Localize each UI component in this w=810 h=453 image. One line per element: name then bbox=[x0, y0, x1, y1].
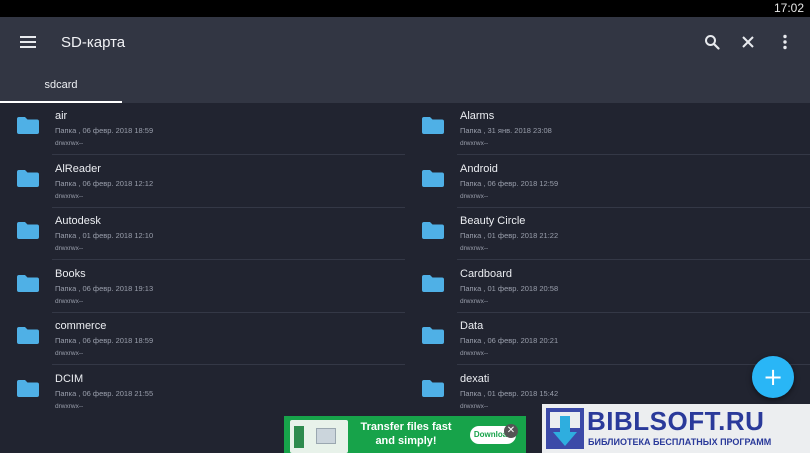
folder-name: DCIM bbox=[55, 372, 84, 385]
folder-list-item[interactable]: Android Папка , 06 февр. 2018 12:59 drwxrw… bbox=[405, 156, 810, 208]
folder-name: commerce bbox=[55, 320, 107, 332]
close-icon[interactable] bbox=[734, 28, 762, 56]
folder-permissions: drwxrwx-- bbox=[460, 192, 489, 200]
folder-info: Папка , 01 февр. 2018 20:58 bbox=[460, 283, 559, 293]
folder-list-item[interactable]: Autodesk Папка , 01 февр. 2018 12:10 drwxr… bbox=[0, 208, 405, 260]
folder-info: Папка , 31 янв. 2018 23:08 bbox=[460, 126, 552, 135]
folder-info: Папка , 06 февр. 2018 12:59 bbox=[460, 178, 559, 188]
ad-banner[interactable]: Transfer files fast and simply! Download… bbox=[284, 416, 526, 453]
status-bar: 17:02 bbox=[0, 0, 810, 17]
folder-icon bbox=[16, 326, 40, 345]
watermark-brand: BIBLSOFT.RU bbox=[587, 406, 765, 436]
ad-image bbox=[290, 420, 348, 453]
folder-icon bbox=[16, 169, 40, 188]
folder-icon bbox=[421, 169, 445, 188]
folder-name: Autodesk bbox=[55, 215, 101, 227]
folder-list-item[interactable]: AlReader Папка , 06 февр. 2018 12:12 drwxr… bbox=[0, 156, 405, 208]
folder-permissions: drwxrwx-- bbox=[460, 350, 489, 357]
folder-icon bbox=[421, 116, 445, 135]
folder-icon bbox=[421, 326, 445, 345]
ad-headline: Transfer files fast and simply! bbox=[360, 421, 452, 447]
tab-label: sdcard bbox=[44, 79, 78, 91]
folder-name: Alarms bbox=[460, 110, 495, 122]
folder-list-item[interactable]: DCIM Папка , 06 февр. 2018 21:55 drwxrwx-- bbox=[0, 366, 405, 416]
folder-info: Папка , 06 февр. 2018 12:12 bbox=[55, 178, 154, 188]
folder-permissions: drwxrwx-- bbox=[460, 402, 489, 410]
folder-permissions: drwxrwx-- bbox=[55, 402, 84, 410]
folder-list-item[interactable]: Data Папка , 06 февр. 2018 20:21 drwxrwx-- bbox=[405, 313, 810, 365]
folder-permissions: drwxrwx-- bbox=[55, 192, 84, 200]
folder-list-item[interactable]: Books Папка , 06 февр. 2018 19:13 drwxrwx-… bbox=[0, 261, 405, 313]
folder-icon bbox=[421, 379, 445, 398]
plus-icon: + bbox=[762, 363, 784, 391]
folder-list-item[interactable]: Cardboard Папка , 01 февр. 2018 20:58 drwx… bbox=[405, 261, 810, 313]
watermark-logo: BIBLSOFT.RU БИБЛИОТЕКА БЕСПЛАТНЫХ ПРОГРА… bbox=[542, 404, 810, 453]
folder-permissions: drwxrwx-- bbox=[460, 297, 489, 305]
folder-info: Папка , 06 февр. 2018 18:59 bbox=[55, 336, 154, 345]
folder-info: Папка , 01 февр. 2018 15:42 bbox=[460, 388, 559, 398]
folder-permissions: drwxrwx-- bbox=[460, 140, 489, 147]
folder-list-item[interactable]: Alarms Папка , 31 янв. 2018 23:08 drwxrwx-… bbox=[405, 103, 810, 155]
folder-info: Папка , 06 февр. 2018 19:13 bbox=[55, 283, 154, 293]
folder-permissions: drwxrwx-- bbox=[55, 350, 84, 357]
folder-icon bbox=[16, 274, 40, 293]
folder-name: AlReader bbox=[55, 162, 101, 175]
folder-icon bbox=[16, 379, 40, 398]
folder-info: Папка , 01 февр. 2018 21:22 bbox=[460, 231, 559, 240]
page-title: SD-карта bbox=[61, 34, 126, 51]
watermark-tagline: БИБЛИОТЕКА БЕСПЛАТНЫХ ПРОГРАММ bbox=[588, 437, 772, 447]
folder-info: Папка , 06 февр. 2018 20:21 bbox=[460, 336, 559, 345]
folder-permissions: drwxrwx-- bbox=[55, 245, 84, 252]
folder-name: dexati bbox=[460, 372, 490, 385]
folder-name: Beauty Circle bbox=[460, 215, 526, 227]
app-toolbar: SD-карта sdcard bbox=[0, 17, 810, 103]
folder-info: Папка , 06 февр. 2018 21:55 bbox=[55, 388, 154, 398]
folder-name: Books bbox=[55, 267, 86, 280]
folder-icon bbox=[16, 116, 40, 135]
folder-name: Cardboard bbox=[460, 267, 512, 280]
folder-info: Папка , 06 февр. 2018 18:59 bbox=[55, 126, 154, 135]
folder-permissions: drwxrwx-- bbox=[55, 297, 84, 305]
folder-permissions: drwxrwx-- bbox=[460, 245, 489, 252]
folder-permissions: drwxrwx-- bbox=[55, 140, 84, 147]
folder-name: air bbox=[55, 110, 68, 122]
add-fab-button[interactable]: + bbox=[752, 356, 794, 398]
search-icon[interactable] bbox=[698, 28, 726, 56]
folder-list-item[interactable]: commerce Папка , 06 февр. 2018 18:59 drwxr… bbox=[0, 313, 405, 365]
folder-name: Android bbox=[460, 162, 498, 175]
folder-icon bbox=[421, 274, 445, 293]
hamburger-menu-icon[interactable] bbox=[14, 28, 42, 56]
tab-sdcard[interactable]: sdcard bbox=[0, 67, 122, 103]
status-clock: 17:02 bbox=[773, 1, 804, 15]
folder-list-item[interactable]: Beauty Circle Папка , 01 февр. 2018 21:22… bbox=[405, 208, 810, 260]
folder-list-item[interactable]: air Папка , 06 февр. 2018 18:59 drwxrwx-- bbox=[0, 103, 405, 155]
more-vert-icon[interactable] bbox=[771, 28, 799, 56]
ad-close-icon[interactable]: ✕ bbox=[504, 424, 518, 438]
folder-name: Data bbox=[460, 320, 484, 332]
file-list: air Папка , 06 февр. 2018 18:59 drwxrwx-- A… bbox=[0, 103, 810, 415]
folder-icon bbox=[16, 221, 40, 240]
app-window: 17:02 SD-карта sdcard air Папка , 06 февр… bbox=[0, 0, 810, 453]
folder-info: Папка , 01 февр. 2018 12:10 bbox=[55, 231, 154, 240]
folder-icon bbox=[421, 221, 445, 240]
download-arrow-icon bbox=[546, 408, 584, 449]
